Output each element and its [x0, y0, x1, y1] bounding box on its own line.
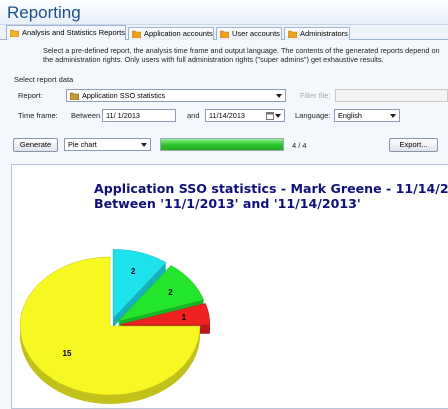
folder-icon: [10, 29, 19, 37]
filter-file-input[interactable]: [335, 89, 448, 102]
filter-file-label: Filter file:: [300, 91, 331, 100]
report-label: Report:: [18, 91, 43, 100]
pie-slice-label: 2: [168, 288, 173, 297]
progress-fill: [161, 139, 283, 150]
report-select[interactable]: Application SSO statistics: [66, 89, 286, 102]
and-label: and: [187, 111, 200, 120]
language-value: English: [338, 111, 362, 120]
folder-icon: [132, 30, 141, 38]
tab-label: User accounts: [232, 29, 280, 38]
tab-analysis-reports[interactable]: Analysis and Statistics Reports: [6, 25, 126, 41]
chevron-down-icon: [276, 94, 282, 98]
between-label: Between: [71, 111, 101, 120]
chart-area: Application SSO statistics - Mark Greene…: [11, 164, 448, 409]
window-title: Reporting: [7, 3, 81, 22]
timeframe-label: Time frame:: [18, 111, 58, 120]
language-label: Language:: [295, 111, 331, 120]
description-text: Select a pre-defined report, the analysi…: [43, 46, 440, 64]
export-button[interactable]: Export...: [389, 138, 438, 152]
folder-icon: [288, 30, 297, 38]
tab-strip: Analysis and Statistics Reports Applicat…: [0, 25, 448, 41]
tab-label: Administrators: [300, 29, 348, 38]
folder-icon: [220, 30, 229, 38]
pie-slice-label: 2: [131, 267, 136, 276]
window-titlebar: Reporting: [0, 0, 448, 25]
from-date-value: 11/ 1/2013: [106, 111, 140, 120]
tab-label: Analysis and Statistics Reports: [22, 28, 125, 37]
chevron-down-icon: [390, 114, 396, 118]
tab-application-accounts[interactable]: Application accounts: [128, 27, 214, 40]
chart-type-value: Pie chart: [68, 140, 97, 149]
calendar-icon[interactable]: [266, 111, 274, 120]
generate-button[interactable]: Generate: [13, 138, 58, 152]
report-panel: Select a pre-defined report, the analysi…: [0, 40, 448, 409]
report-select-value: Application SSO statistics: [82, 91, 166, 100]
tab-user-accounts[interactable]: User accounts: [216, 27, 282, 40]
chart-type-select[interactable]: Pie chart: [64, 138, 151, 151]
from-date-picker[interactable]: 11/ 1/2013: [102, 109, 176, 122]
to-date-picker[interactable]: 11/14/2013: [205, 109, 285, 122]
to-date-value: 11/14/2013: [209, 111, 245, 120]
pie-chart: 2 2 1 15: [19, 249, 211, 404]
progress-bar: [160, 138, 284, 151]
pie-slice-label: 1: [182, 313, 187, 322]
tab-administrators[interactable]: Administrators: [284, 27, 350, 40]
tab-label: Application accounts: [144, 29, 213, 38]
chevron-down-icon: [141, 143, 147, 147]
report-icon: [70, 92, 79, 100]
chevron-down-icon: [275, 114, 281, 118]
progress-text: 4 / 4: [292, 141, 307, 150]
pie-slice-label: 15: [63, 349, 72, 358]
section-label: Select report data: [14, 75, 74, 84]
language-select[interactable]: English: [334, 109, 400, 122]
